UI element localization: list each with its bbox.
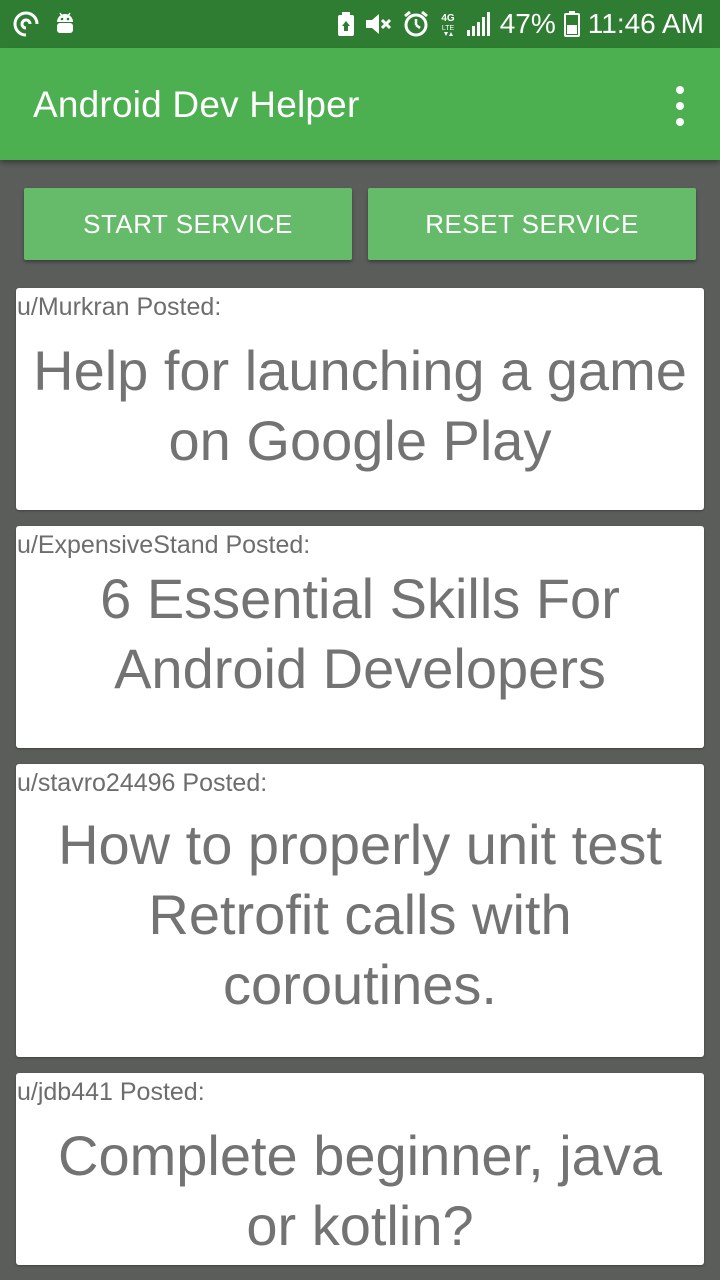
post-card[interactable]: u/stavro24496 Posted: How to properly un…: [16, 764, 704, 1057]
post-author: u/stavro24496 Posted:: [17, 769, 268, 797]
battery-saver-icon: [336, 11, 356, 37]
svg-text:LTE: LTE: [442, 25, 455, 32]
app-bar: Android Dev Helper: [0, 48, 720, 160]
post-card[interactable]: u/Murkran Posted: Help for launching a g…: [16, 288, 704, 510]
network-type-icon: 4G LTE: [438, 10, 458, 38]
overflow-menu-icon[interactable]: [668, 86, 692, 126]
menu-dot: [676, 102, 684, 110]
start-service-button[interactable]: START SERVICE: [24, 188, 352, 260]
post-title: Help for launching a game on Google Play: [33, 339, 687, 472]
menu-dot: [676, 86, 684, 94]
battery-percent: 47%: [499, 8, 556, 39]
reset-service-button[interactable]: RESET SERVICE: [368, 188, 696, 260]
battery-icon: [563, 11, 580, 37]
post-title: Complete beginner, java or kotlin?: [58, 1124, 662, 1257]
sync-icon: [12, 10, 40, 38]
post-title: How to properly unit test Retrofit calls…: [58, 813, 662, 1016]
app-title: Android Dev Helper: [33, 84, 360, 125]
mute-icon: [364, 11, 394, 37]
post-author: u/ExpensiveStand Posted:: [17, 531, 311, 559]
status-bar: 4G LTE 47% 11:46 AM: [0, 0, 720, 48]
clock: 11:46 AM: [587, 8, 704, 39]
post-author: u/Murkran Posted:: [17, 293, 222, 321]
signal-icon: [466, 11, 492, 37]
post-card[interactable]: u/jdb441 Posted: Complete beginner, java…: [16, 1073, 704, 1265]
menu-dot: [676, 118, 684, 126]
post-card[interactable]: u/ExpensiveStand Posted: 6 Essential Ski…: [16, 526, 704, 748]
svg-text:4G: 4G: [441, 13, 455, 24]
android-icon: [54, 11, 76, 37]
post-title: 6 Essential Skills For Android Developer…: [100, 567, 620, 700]
post-author: u/jdb441 Posted:: [17, 1078, 205, 1106]
alarm-icon: [402, 10, 430, 38]
